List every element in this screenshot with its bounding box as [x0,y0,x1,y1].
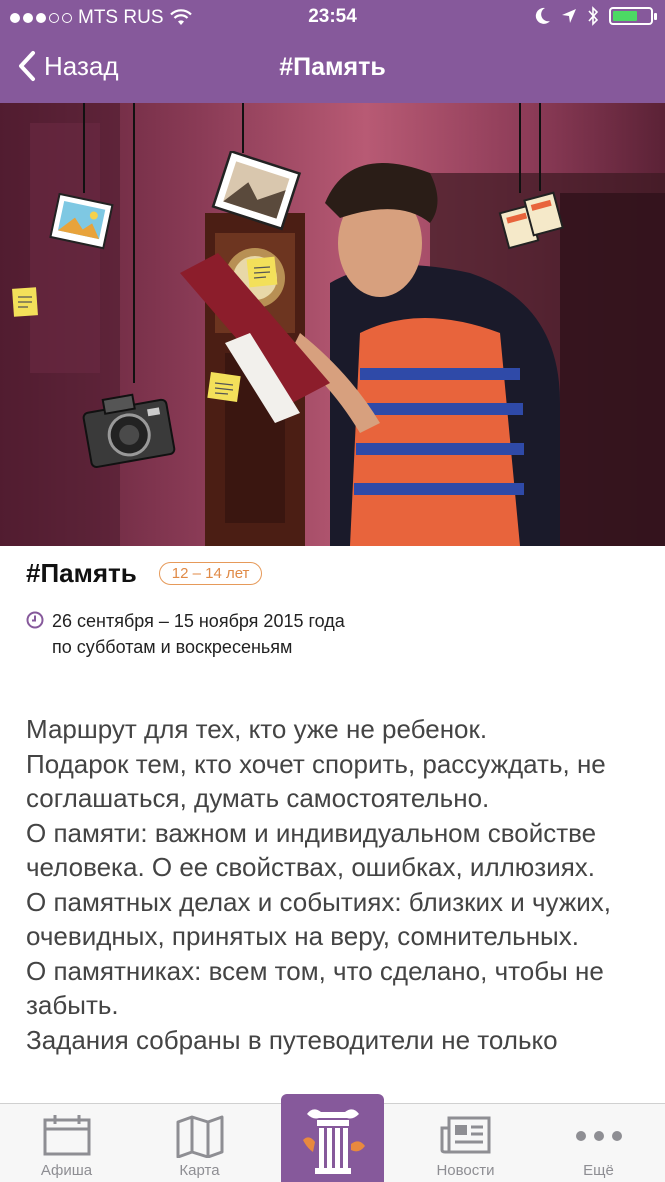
moon-icon [535,7,550,24]
tab-label: Карта [179,1162,220,1179]
camera-icon [82,393,176,468]
event-dates: 26 сентября – 15 ноября 2015 года по суб… [26,608,345,660]
tab-map[interactable]: Карта [133,1104,266,1182]
description-paragraph: Маршрут для тех, кто уже не ребенок. [26,714,488,744]
hero-image [0,103,665,546]
status-bar: MTS RUS 23:54 [0,0,665,34]
news-icon [440,1116,490,1154]
description-paragraph: Задания собраны в путеводители не только [26,1024,558,1055]
description-paragraph: Подарок тем, кто хочет спорить, рассужда… [26,748,606,814]
description-paragraph: О памятниках: всем том, что сделано, что… [26,955,604,1021]
top-bar: MTS RUS 23:54 Назад #Память [0,0,665,103]
bluetooth-icon [588,6,599,26]
event-description: Маршрут для тех, кто уже не ребенок. Под… [26,712,646,1057]
photo-icon [49,193,114,250]
event-title: #Память [26,558,137,588]
tab-news[interactable]: Новости [399,1104,532,1182]
calendar-icon [43,1115,90,1156]
date-range: 26 сентября – 15 ноября 2015 года [52,611,345,631]
clock-icon [26,611,44,629]
tab-label: Ещё [583,1162,614,1179]
status-right [535,6,657,26]
schedule-text: по субботам и воскресеньям [52,637,293,657]
battery-fill [613,11,637,21]
tab-label: Новости [436,1162,495,1179]
nav-bar: Назад #Память [0,34,665,103]
tab-afisha[interactable]: Афиша [0,1104,133,1182]
battery-icon [609,7,657,25]
tab-museum[interactable] [281,1094,384,1182]
sticky-note-icon [12,287,38,317]
map-icon [176,1115,223,1158]
date-lines: 26 сентября – 15 ноября 2015 года по суб… [52,608,345,660]
description-paragraph: О памяти: важном и индивидуальном свойст… [26,817,597,883]
location-icon [562,9,576,23]
event-headline: #Память 12 – 14 лет [26,558,263,589]
more-icon [575,1131,622,1141]
age-badge: 12 – 14 лет [158,562,263,585]
tab-label: Афиша [40,1162,93,1179]
sticky-note-icon [246,256,278,288]
page-title: #Память [279,53,386,81]
hero-illustration [0,103,665,546]
column-icon [303,1109,365,1174]
tickets-icon [498,191,564,250]
sticky-note-icon [207,372,241,402]
picture-frame-icon [211,151,302,231]
description-paragraph: О памятных делах и событиях: близких и ч… [26,886,611,952]
tab-more[interactable]: Ещё [532,1104,665,1182]
